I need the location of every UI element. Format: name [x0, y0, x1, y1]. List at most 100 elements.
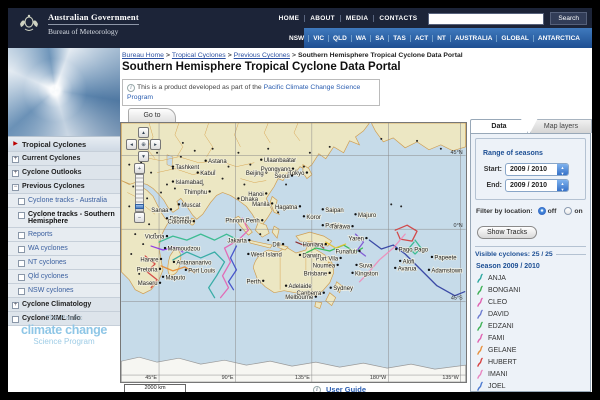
zoom-handle[interactable] — [135, 204, 144, 209]
city-dot — [237, 152, 239, 154]
city-dot — [428, 269, 430, 271]
info-box: iThis is a product developed as part of … — [122, 79, 380, 106]
cyclone-map[interactable]: AstanaTashkentUlaanbaatarBeijingKabulIsl… — [120, 122, 467, 383]
city-dot — [265, 192, 267, 194]
cyclone-list: ANJABONGANI CLEO DAVIDEDZANIFAMIGELANEHUBE… — [475, 272, 586, 392]
radio-label-off: off — [548, 208, 557, 215]
sidebar-item-nt-cyclones[interactable]: NT cyclones — [8, 256, 120, 270]
cyclone-item-fami[interactable]: FAMI — [475, 332, 586, 344]
bom-brand[interactable]: Australian Government Bureau of Meteorol… — [16, 11, 139, 37]
sidebar-item-cyclone-tracks-australia[interactable]: Cyclone tracks - Australia — [8, 194, 120, 208]
state-link-wa[interactable]: WA — [351, 35, 370, 42]
cyclone-item-edzani[interactable]: EDZANI — [475, 320, 586, 332]
start-label: Start: — [480, 166, 502, 173]
city-dot — [170, 208, 172, 210]
state-link-sa[interactable]: SA — [370, 35, 388, 42]
map-canvas[interactable]: AstanaTashkentUlaanbaatarBeijingKabulIsl… — [121, 123, 466, 382]
cyclone-item-imani[interactable]: IMANI — [475, 368, 586, 380]
city-label: Kingston — [355, 271, 378, 277]
sidebar-item-cyclone-tracks-southern-hemisphere[interactable]: Cyclone tracks - Southern Hemisphere — [8, 208, 120, 228]
state-link-tas[interactable]: TAS — [388, 35, 410, 42]
breadcrumb-link[interactable]: Bureau Home — [122, 52, 164, 59]
radio-off-selected[interactable] — [538, 207, 546, 215]
brand-divider — [48, 24, 139, 25]
state-link-nsw[interactable]: NSW — [285, 35, 308, 42]
cyclone-item-hubert[interactable]: HUBERT — [475, 356, 586, 368]
city-label: Tashkent — [175, 165, 199, 171]
city-dot — [351, 272, 353, 274]
sidebar-item-label: WA cyclones — [28, 245, 68, 252]
pccsp-line3: Science Program — [8, 337, 120, 346]
city-dot — [306, 171, 308, 173]
city-dot — [351, 225, 353, 227]
state-link-australia[interactable]: AUSTRALIA — [450, 35, 497, 42]
top-link-home[interactable]: HOME — [274, 15, 305, 22]
lat-label: 0°N — [454, 223, 463, 229]
city-dot — [285, 285, 287, 287]
zoom-in-icon[interactable]: + — [134, 163, 145, 174]
state-link-nt[interactable]: NT — [432, 35, 450, 42]
state-link-act[interactable]: ACT — [410, 35, 432, 42]
state-link-antarctica[interactable]: ANTARCTICA — [533, 35, 584, 42]
cyclone-item-anja[interactable]: ANJA — [475, 272, 586, 284]
breadcrumb: Bureau Home>Tropical Cyclones>Previous C… — [122, 52, 463, 59]
city-label: Yaren — [349, 237, 364, 243]
cyclone-name: CLEO — [488, 299, 507, 306]
city-dot — [277, 211, 279, 213]
sidebar-item-cyclone-climatology[interactable]: +Cyclone Climatology — [8, 298, 120, 312]
sidebar-item-previous-cyclones[interactable]: −Previous Cyclones — [8, 180, 120, 194]
user-guide-link[interactable]: i User Guide — [313, 385, 366, 392]
pan-down-icon[interactable]: ▾ — [138, 151, 149, 162]
city-dot — [128, 205, 130, 207]
top-link-media[interactable]: MEDIA — [340, 15, 373, 22]
state-link-qld[interactable]: QLD — [328, 35, 351, 42]
top-link-about[interactable]: ABOUT — [304, 15, 340, 22]
cyclone-item-joel[interactable]: JOEL — [475, 380, 586, 392]
cyclone-item-cleo[interactable]: CLEO — [475, 296, 586, 308]
goto-dropdown[interactable]: Go to — [128, 108, 176, 122]
city-label: Ulaanbaatar — [264, 158, 296, 164]
radio-on[interactable] — [564, 207, 572, 215]
pan-left-icon[interactable]: ◂ — [126, 139, 137, 150]
sidebar-item-wa-cyclones[interactable]: WA cyclones — [8, 242, 120, 256]
sidebar-item-reports[interactable]: Reports — [8, 228, 120, 242]
sidebar-item-cyclone-outlooks[interactable]: +Cyclone Outlooks — [8, 166, 120, 180]
city-dot — [440, 148, 442, 150]
stepper-icon[interactable]: ▲▼ — [557, 164, 568, 175]
city-dot — [166, 184, 168, 186]
city-dot — [394, 267, 396, 269]
cyclone-item-bongani[interactable]: BONGANI — [475, 284, 586, 296]
search-button[interactable]: Search — [550, 12, 587, 25]
city-label: Sanaa — [151, 208, 169, 214]
track-swatch-icon — [476, 369, 484, 379]
search-input[interactable] — [428, 13, 544, 25]
stepper-icon[interactable]: ▲▼ — [557, 180, 568, 191]
city-dot — [249, 164, 251, 166]
box-icon — [18, 274, 25, 281]
sidebar-item-nsw-cyclones[interactable]: NSW cyclones — [8, 284, 120, 298]
top-link-contacts[interactable]: CONTACTS — [373, 15, 422, 22]
zoom-out-icon[interactable]: − — [134, 212, 145, 223]
cyclone-item-gelane[interactable]: GELANE — [475, 344, 586, 356]
sidebar-item-label: Qld cyclones — [28, 273, 68, 280]
sidebar-item-tropical-cyclones[interactable]: ▶Tropical Cyclones — [8, 137, 120, 152]
pan-right-icon[interactable]: ▸ — [150, 139, 161, 150]
city-dot — [339, 257, 341, 259]
pan-up-icon[interactable]: ▴ — [138, 127, 149, 138]
show-tracks-button[interactable]: Show Tracks — [477, 226, 537, 239]
end-season-select[interactable]: 2009 / 2010 ▲▼ — [505, 179, 569, 192]
sidebar-item-current-cyclones[interactable]: +Current Cyclones — [8, 152, 120, 166]
pan-home-icon[interactable]: ⊕ — [138, 139, 149, 150]
state-link-global[interactable]: GLOBAL — [496, 35, 532, 42]
breadcrumb-link[interactable]: Tropical Cyclones — [172, 52, 226, 59]
city-dot — [267, 148, 269, 150]
cyclone-item-david[interactable]: DAVID — [475, 308, 586, 320]
breadcrumb-link[interactable]: Previous Cyclones — [234, 52, 290, 59]
sidebar-item-qld-cyclones[interactable]: Qld cyclones — [8, 270, 120, 284]
city-label: Muscat — [181, 203, 200, 209]
filter-option-on: on — [564, 207, 582, 215]
start-season-select[interactable]: 2009 / 2010 ▲▼ — [505, 163, 569, 176]
state-link-vic[interactable]: VIC — [308, 35, 328, 42]
tab-data[interactable]: Data — [470, 119, 528, 133]
tab-map-layers[interactable]: Map layers — [530, 119, 592, 133]
